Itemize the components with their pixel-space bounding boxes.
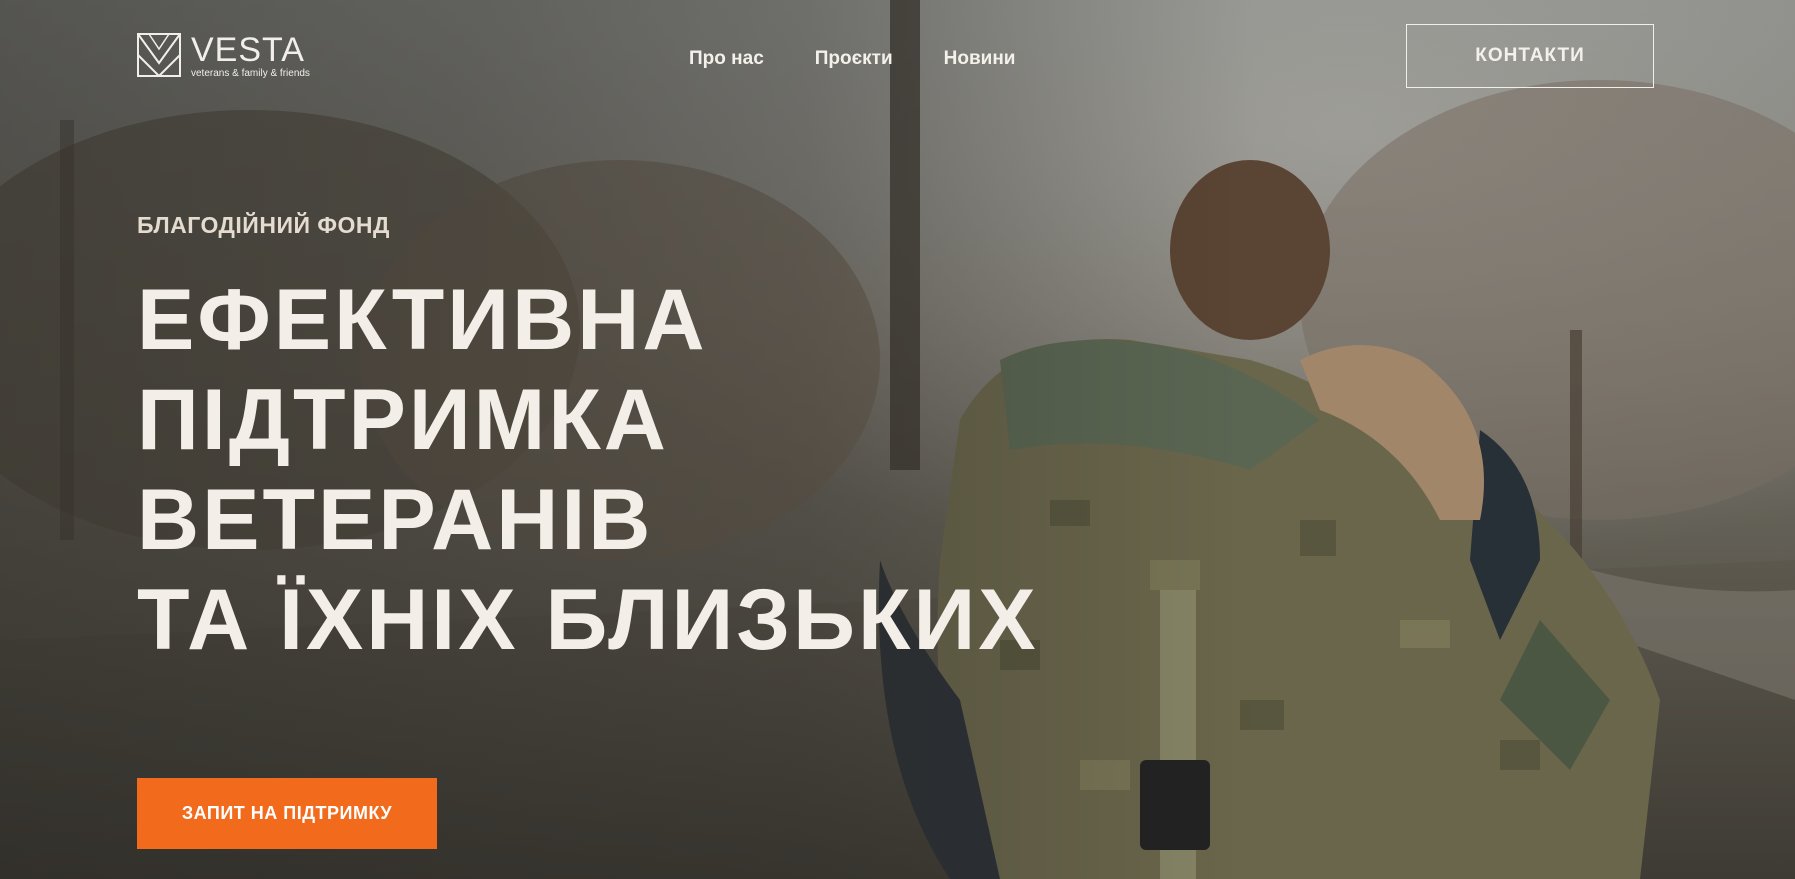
brand-tagline: veterans & family & friends xyxy=(191,68,310,79)
brand-logo[interactable]: VESTA veterans & family & friends xyxy=(137,33,310,80)
contacts-button[interactable]: КОНТАКТИ xyxy=(1406,24,1654,88)
nav-link-projects[interactable]: Проєкти xyxy=(815,48,893,70)
logo-text: VESTA veterans & family & friends xyxy=(191,33,310,80)
headline-line-3: ВЕТЕРАНІВ xyxy=(137,472,654,568)
headline-line-2: ПІДТРИМКА xyxy=(137,372,669,468)
brand-name: VESTA xyxy=(191,31,305,69)
nav-link-news[interactable]: Новини xyxy=(944,48,1016,70)
hero-headline: ЕФЕКТИВНА ПІДТРИМКА ВЕТЕРАНІВ ТА ЇХНІХ Б… xyxy=(137,270,1039,670)
headline-line-1: ЕФЕКТИВНА xyxy=(137,272,708,368)
main-nav: Про нас Проєкти Новини xyxy=(689,48,1015,70)
hero-kicker: БЛАГОДІЙНИЙ ФОНД xyxy=(137,212,390,238)
hero-section: VESTA veterans & family & friends Про на… xyxy=(0,0,1795,879)
headline-line-4: ТА ЇХНІХ БЛИЗЬКИХ xyxy=(137,572,1039,668)
support-request-button[interactable]: ЗАПИТ НА ПІДТРИМКУ xyxy=(137,778,437,849)
vesta-logo-icon xyxy=(137,33,181,77)
nav-link-about[interactable]: Про нас xyxy=(689,48,764,70)
